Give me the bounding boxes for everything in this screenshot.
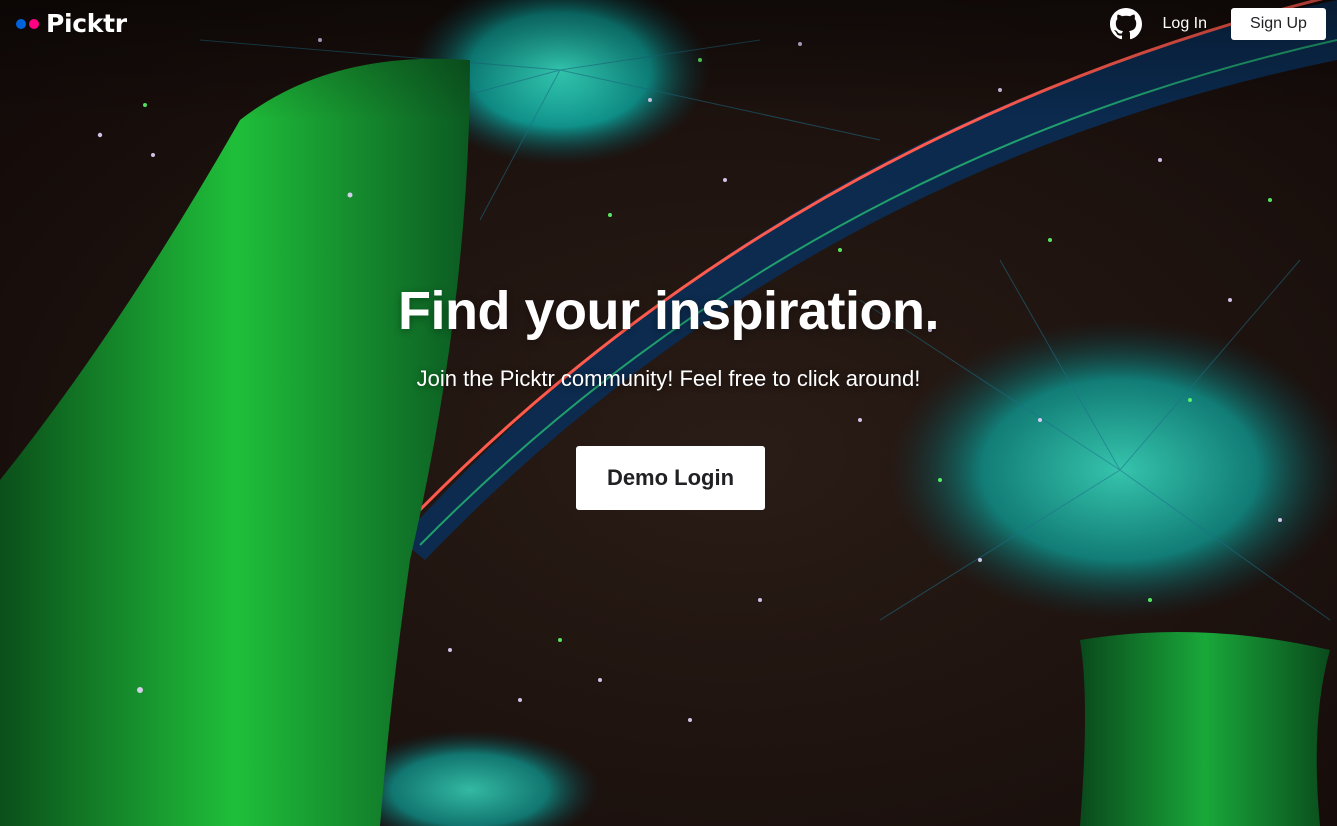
- hero-title: Find your inspiration.: [398, 281, 940, 341]
- hero-background-image: [0, 0, 1337, 826]
- nav-actions: Log In Sign Up: [1109, 8, 1326, 40]
- brand-logo-link[interactable]: Picktr: [16, 9, 127, 38]
- top-navigation-bar: Picktr Log In Sign Up: [0, 0, 1337, 48]
- login-link[interactable]: Log In: [1163, 15, 1207, 33]
- signup-button[interactable]: Sign Up: [1231, 8, 1326, 40]
- github-link[interactable]: [1109, 8, 1142, 40]
- brand-pink-dot-icon: [29, 18, 39, 29]
- hero-subtitle: Join the Picktr community! Feel free to …: [416, 366, 921, 391]
- demo-login-button[interactable]: Demo Login: [576, 446, 765, 510]
- github-icon: [1109, 8, 1142, 40]
- brand-blue-dot-icon: [16, 18, 26, 29]
- brand-name: Picktr: [46, 9, 127, 38]
